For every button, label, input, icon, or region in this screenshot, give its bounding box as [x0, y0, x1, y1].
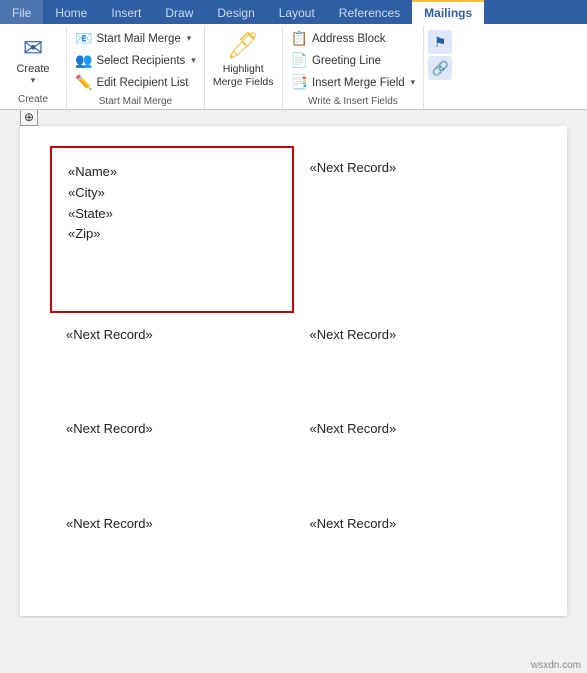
- wif-buttons: 📋 Address Block 📄 Greeting Line 📑 Insert…: [287, 28, 420, 94]
- label-cell-2: «Next Record»: [294, 146, 538, 313]
- write-insert-fields-group: 📋 Address Block 📄 Greeting Line 📑 Insert…: [283, 26, 425, 109]
- start-mail-merge-button[interactable]: 📧 Start Mail Merge ▾: [71, 28, 200, 49]
- highlight-merge-fields-label: HighlightMerge Fields: [213, 63, 274, 88]
- document-area: ⊕ «Name» «City» «State» «Zip» «Next Reco…: [0, 110, 587, 618]
- label-cell-7: «Next Record»: [50, 502, 294, 596]
- label-cell-4: «Next Record»: [294, 313, 538, 407]
- tab-home[interactable]: Home: [43, 0, 99, 24]
- next-record-7: «Next Record»: [66, 516, 278, 531]
- next-record-4: «Next Record»: [310, 327, 522, 342]
- create-caret: ▾: [31, 75, 36, 86]
- document-page: ⊕ «Name» «City» «State» «Zip» «Next Reco…: [20, 126, 567, 616]
- insert-merge-field-label: Insert Merge Field: [312, 77, 405, 89]
- address-block-button[interactable]: 📋 Address Block: [287, 28, 420, 49]
- tab-file[interactable]: File: [0, 0, 43, 24]
- label-cell-6: «Next Record»: [294, 407, 538, 501]
- select-recipients-icon: 👥: [75, 52, 92, 69]
- smm-buttons: 📧 Start Mail Merge ▾ 👥 Select Recipients…: [71, 28, 200, 94]
- select-recipients-caret: ▾: [191, 55, 196, 66]
- partial-btn-1[interactable]: ⚑: [428, 30, 452, 54]
- insert-merge-field-icon: 📑: [291, 74, 308, 91]
- greeting-line-button[interactable]: 📄 Greeting Line: [287, 50, 420, 71]
- field-zip: «Zip»: [68, 224, 276, 245]
- tab-draw[interactable]: Draw: [153, 0, 205, 24]
- insert-merge-field-caret: ▾: [411, 77, 416, 88]
- partial-btn-2[interactable]: 🔗: [428, 56, 452, 80]
- address-block-label: Address Block: [312, 33, 386, 45]
- label-cell-fields: «Name» «City» «State» «Zip»: [50, 146, 294, 313]
- select-recipients-label: Select Recipients: [96, 55, 185, 67]
- field-name: «Name»: [68, 162, 276, 183]
- start-mail-merge-group: 📧 Start Mail Merge ▾ 👥 Select Recipients…: [67, 26, 205, 109]
- ribbon-content: ✉ Create ▾ Create 📧 Start Mail Merge ▾ 👥…: [0, 24, 587, 110]
- start-mail-merge-icon: 📧: [75, 30, 92, 47]
- edit-recipient-list-icon: ✏️: [75, 74, 92, 91]
- create-icon: ✉: [23, 34, 43, 63]
- start-mail-merge-label: Start Mail Merge: [96, 33, 180, 45]
- address-block-icon: 📋: [291, 30, 308, 47]
- wif-group-label: Write & Insert Fields: [287, 96, 420, 109]
- ribbon: File Home Insert Draw Design Layout Refe…: [0, 0, 587, 110]
- next-record-6: «Next Record»: [310, 421, 522, 436]
- highlight-merge-fields-button[interactable]: 🖊 HighlightMerge Fields: [205, 26, 283, 109]
- insert-merge-field-button[interactable]: 📑 Insert Merge Field ▾: [287, 72, 420, 93]
- move-handle[interactable]: ⊕: [20, 110, 38, 126]
- label-grid: «Name» «City» «State» «Zip» «Next Record…: [50, 146, 537, 596]
- create-group: ✉ Create ▾ Create: [0, 26, 67, 109]
- greeting-line-icon: 📄: [291, 52, 308, 69]
- label-cell-3: «Next Record»: [50, 313, 294, 407]
- tab-mailings[interactable]: Mailings: [412, 0, 484, 24]
- field-state: «State»: [68, 204, 276, 225]
- label-cell-5: «Next Record»: [50, 407, 294, 501]
- highlight-merge-fields-icon: 🖊: [227, 30, 260, 61]
- next-record-2: «Next Record»: [310, 160, 522, 175]
- create-group-label: Create: [18, 94, 48, 105]
- start-mail-merge-caret: ▾: [187, 33, 192, 44]
- right-partial-group: ⚑ 🔗: [424, 26, 454, 109]
- create-button[interactable]: ✉ Create ▾: [8, 30, 58, 90]
- watermark: wsxdn.com: [531, 660, 581, 671]
- tab-layout[interactable]: Layout: [267, 0, 327, 24]
- edit-recipient-list-label: Edit Recipient List: [96, 77, 188, 89]
- field-city: «City»: [68, 183, 276, 204]
- select-recipients-button[interactable]: 👥 Select Recipients ▾: [71, 50, 200, 71]
- next-record-3: «Next Record»: [66, 327, 278, 342]
- greeting-line-label: Greeting Line: [312, 55, 381, 67]
- create-label: Create: [16, 63, 49, 75]
- tab-design[interactable]: Design: [205, 0, 266, 24]
- tab-insert[interactable]: Insert: [99, 0, 153, 24]
- edit-recipient-list-button[interactable]: ✏️ Edit Recipient List: [71, 72, 200, 93]
- ribbon-tab-bar: File Home Insert Draw Design Layout Refe…: [0, 0, 587, 24]
- tab-references[interactable]: References: [327, 0, 412, 24]
- smm-group-label: Start Mail Merge: [71, 96, 200, 109]
- label-cell-8: «Next Record»: [294, 502, 538, 596]
- next-record-8: «Next Record»: [310, 516, 522, 531]
- next-record-5: «Next Record»: [66, 421, 278, 436]
